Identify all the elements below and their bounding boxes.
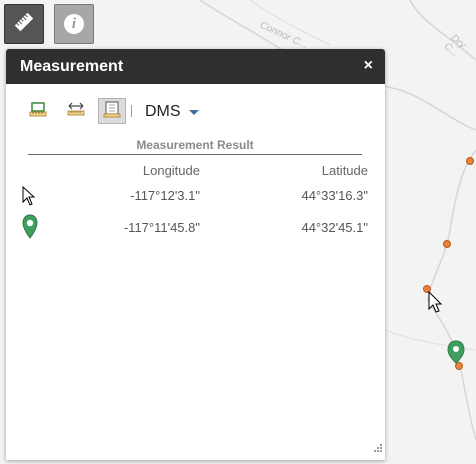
map-point[interactable] [423, 285, 431, 293]
panel-header: Measurement × [6, 49, 385, 84]
distance-tool-button[interactable] [62, 98, 90, 124]
longitude-header: Longitude [142, 163, 200, 178]
map-pin-icon [22, 214, 38, 245]
resize-handle-icon[interactable] [374, 439, 382, 457]
divider [28, 154, 362, 155]
info-widget-button[interactable]: i [54, 4, 94, 44]
measurement-panel: Measurement × DMS Measurement Result Lon… [6, 49, 385, 460]
map-point[interactable] [443, 240, 451, 248]
unit-dropdown[interactable]: DMS [145, 103, 181, 121]
longitude-value: -117°11'45.8" [123, 220, 200, 235]
measurement-toolbar: DMS [20, 96, 320, 128]
map-pin-icon[interactable] [447, 340, 465, 364]
area-tool-button[interactable] [24, 98, 52, 124]
latitude-header: Latitude [321, 163, 368, 178]
result-row-pin: -117°11'45.8" 44°32'45.1" [6, 214, 385, 245]
panel-title: Measurement [20, 58, 124, 75]
distance-ruler-icon [67, 100, 85, 123]
area-ruler-icon [29, 100, 47, 123]
info-icon: i [64, 14, 84, 34]
map-point[interactable] [466, 157, 474, 165]
map-point[interactable] [455, 362, 463, 370]
toolbar-separator [131, 105, 132, 117]
cursor-icon [22, 185, 36, 211]
location-tool-button[interactable] [98, 98, 126, 124]
result-row-cursor: -117°12'3.1" 44°33'16.3" [6, 184, 385, 210]
latitude-value: 44°33'16.3" [301, 188, 368, 203]
longitude-value: -117°12'3.1" [130, 188, 200, 203]
close-button[interactable]: × [364, 57, 373, 75]
location-grid-icon [103, 100, 121, 123]
measurement-widget-button[interactable] [4, 4, 44, 44]
chevron-down-icon[interactable] [189, 110, 199, 115]
result-heading: Measurement Result [136, 138, 254, 152]
mouse-cursor-icon [428, 290, 443, 313]
ruler-icon [13, 11, 35, 38]
latitude-value: 44°32'45.1" [301, 220, 368, 235]
